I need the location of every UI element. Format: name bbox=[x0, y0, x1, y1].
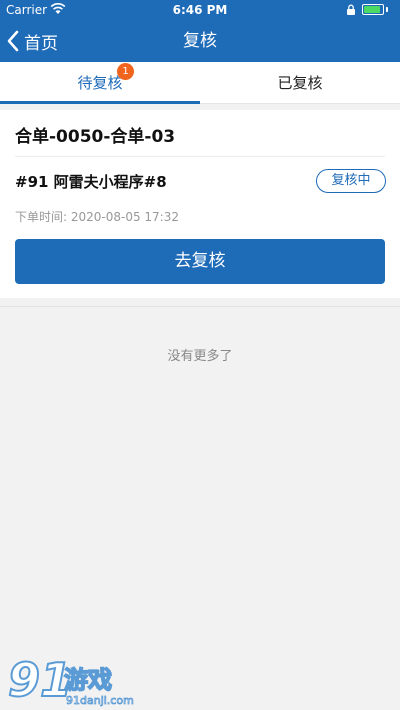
back-button[interactable]: 首页 bbox=[6, 20, 58, 62]
page-title: 复核 bbox=[183, 31, 217, 51]
status-badge: 复核中 bbox=[316, 169, 386, 193]
order-card: 合单-0050-合单-03 #91 阿雷夫小程序#8 复核中 下单时间: 202… bbox=[0, 110, 400, 298]
divider bbox=[15, 156, 385, 157]
watermark-logo: 91 游戏 91danji.com bbox=[7, 652, 134, 708]
list-end-label: 没有更多了 bbox=[167, 349, 233, 364]
order-title: 合单-0050-合单-03 bbox=[15, 127, 176, 147]
section-separator bbox=[0, 306, 400, 307]
order-time: 下单时间: 2020-08-05 17:32 bbox=[15, 210, 179, 224]
battery-tip bbox=[386, 7, 388, 12]
clock: 6:46 PM bbox=[172, 3, 228, 17]
tab-pending-review[interactable]: 待复核 bbox=[0, 62, 200, 104]
back-label: 首页 bbox=[24, 33, 58, 54]
battery-icon bbox=[362, 4, 384, 15]
svg-text:91: 91 bbox=[8, 653, 72, 707]
chevron-left-icon bbox=[7, 30, 19, 52]
pending-count-badge: 1 bbox=[117, 63, 134, 80]
tab-reviewed[interactable]: 已复核 bbox=[200, 62, 400, 104]
go-review-button[interactable]: 去复核 bbox=[15, 239, 385, 284]
tab-bar: 待复核 已复核 bbox=[0, 62, 400, 104]
active-tab-indicator bbox=[0, 101, 200, 104]
orientation-lock-icon bbox=[347, 4, 355, 15]
svg-text:91danji.com: 91danji.com bbox=[66, 694, 134, 707]
nav-bar: 首页 复核 bbox=[0, 20, 400, 62]
store-name: #91 阿雷夫小程序#8 bbox=[15, 173, 167, 191]
svg-text:游戏: 游戏 bbox=[64, 666, 112, 694]
battery-level bbox=[364, 6, 381, 13]
status-bar: Carrier 6:46 PM bbox=[0, 0, 400, 20]
